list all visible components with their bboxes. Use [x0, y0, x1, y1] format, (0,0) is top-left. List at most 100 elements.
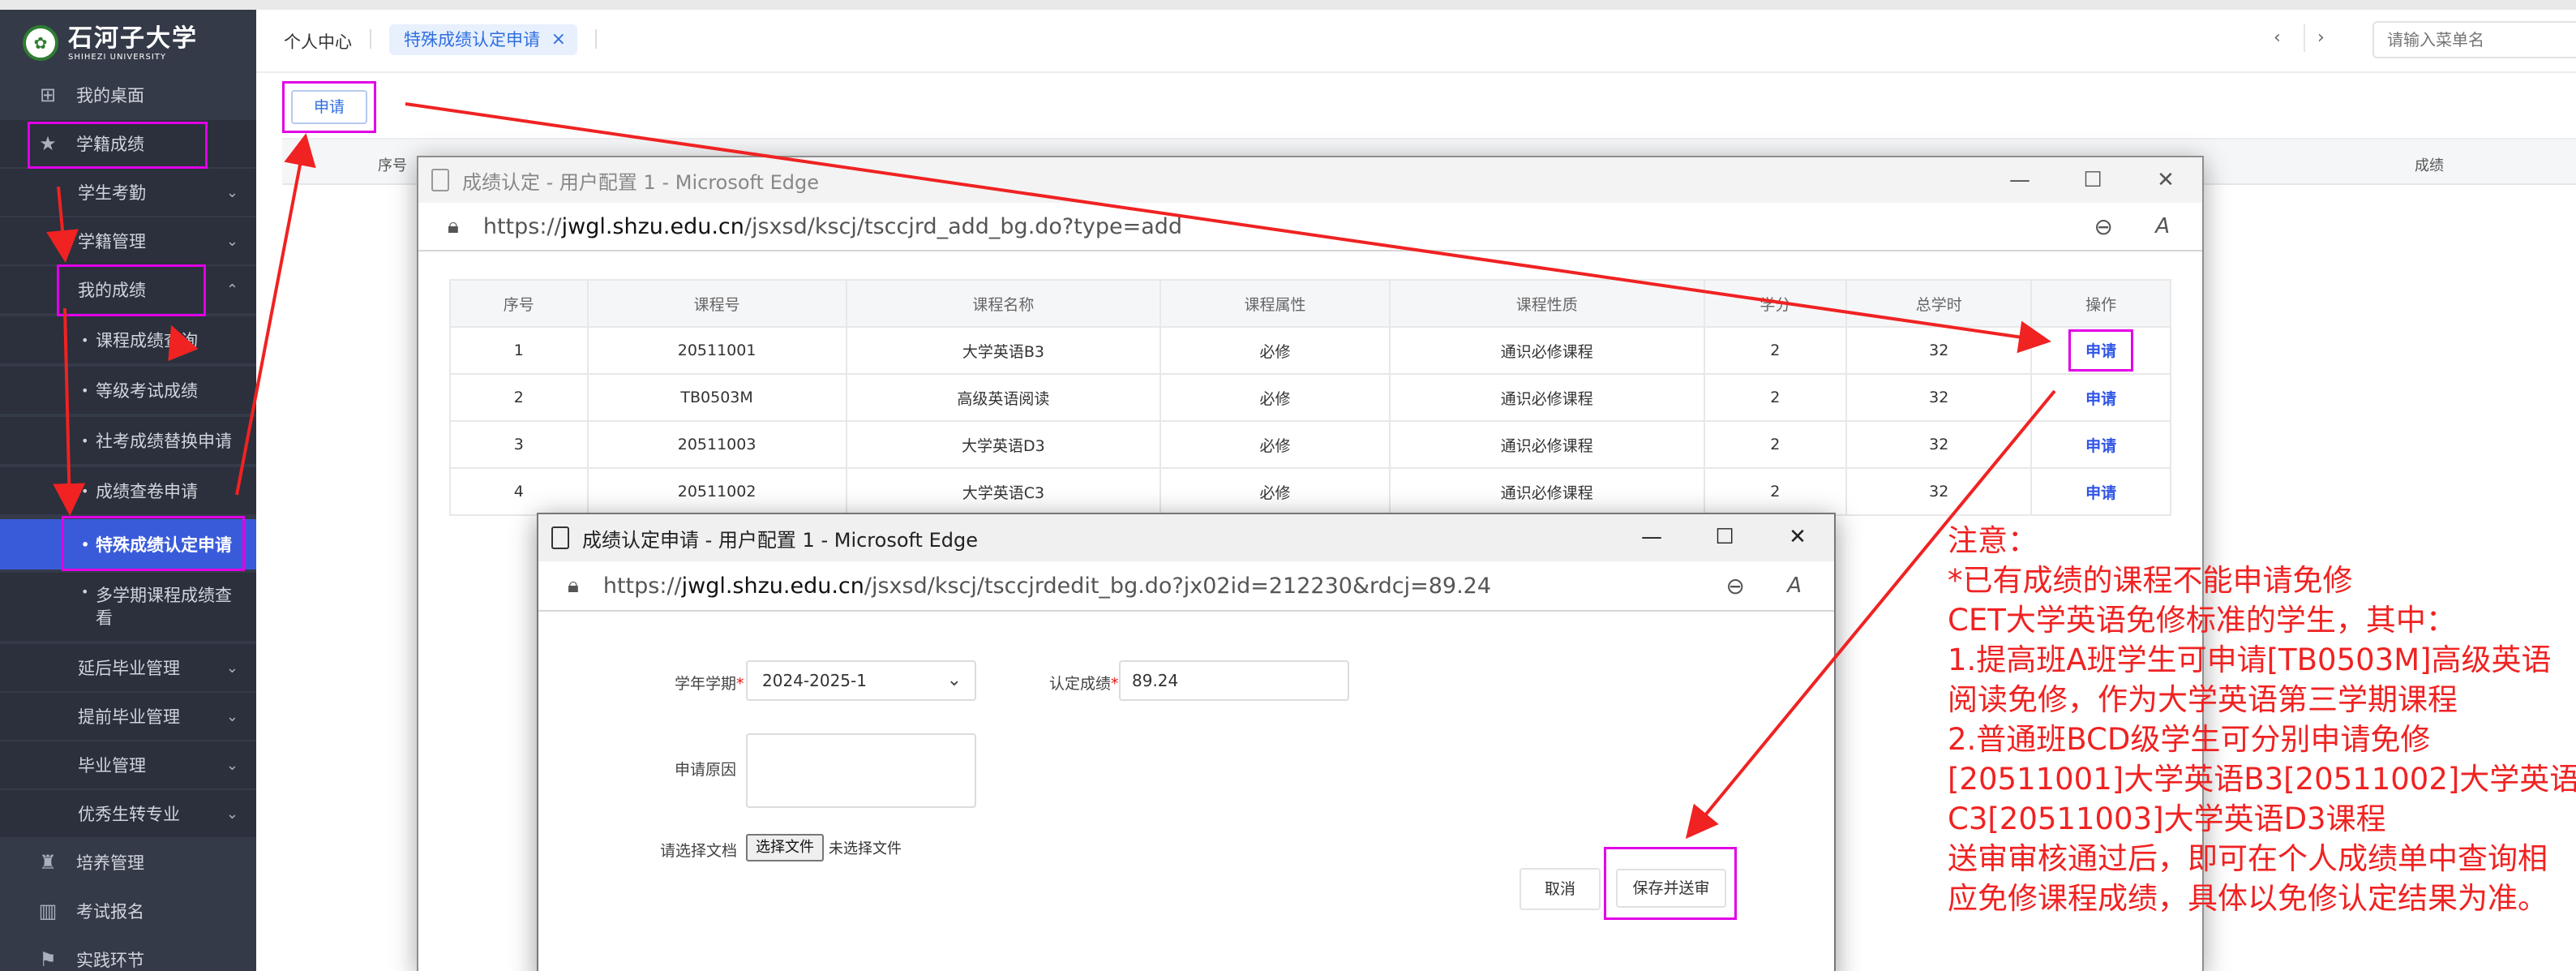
sidebar-item-practice[interactable]: ⚑ 实践环节 — [0, 936, 256, 971]
header-score: 成绩 — [2415, 157, 2444, 174]
university-emblem-icon: ✿ — [23, 25, 58, 61]
cell-no: 3 — [449, 420, 589, 469]
sidebar-item-level-exam-scores[interactable]: • 等级考试成绩 — [0, 367, 256, 414]
row-apply-link[interactable]: 申请 — [2068, 329, 2134, 372]
chevron-down-icon: ⌄ — [225, 232, 238, 250]
chevron-down-icon: ⌄ — [946, 670, 962, 690]
minimize-icon[interactable]: — — [1983, 157, 2056, 203]
col-credit: 学分 — [1703, 279, 1848, 328]
note-line: 注意： — [1948, 523, 2038, 558]
cell-credit: 2 — [1703, 420, 1848, 469]
window-title-bar: 成绩认定申请 - 用户配置 1 - Microsoft Edge — ☐ ✕ — [538, 514, 1834, 561]
minimize-icon[interactable]: — — [1615, 514, 1688, 560]
maximize-icon[interactable]: ☐ — [2056, 157, 2129, 203]
chevron-right-icon[interactable]: › — [2317, 28, 2325, 48]
cell-course-name: 高级英语阅读 — [845, 373, 1162, 422]
cell-course-name: 大学英语C3 — [845, 467, 1162, 516]
close-icon[interactable]: ✕ — [1761, 514, 1834, 560]
sidebar-item-training-management[interactable]: ♜ 培养管理 — [0, 839, 256, 886]
choose-file-button[interactable]: 选择文件 — [746, 834, 824, 861]
sidebar-item-exam-replacement[interactable]: • 社考成绩替换申请 — [0, 417, 256, 464]
document-icon — [551, 526, 569, 549]
sidebar-item-attendance[interactable]: 学生考勤 ⌄ — [0, 169, 256, 216]
sidebar-item-desktop[interactable]: ⊞ 我的桌面 — [0, 71, 256, 118]
cell-hours: 32 — [1845, 373, 2033, 422]
annotation-box-status-scores — [28, 122, 208, 169]
menu-search-input[interactable] — [2372, 21, 2576, 58]
read-aloud-icon[interactable]: A — [1787, 574, 1802, 598]
sidebar-item-major-transfer[interactable]: 优秀生转专业 ⌄ — [0, 790, 256, 837]
chevron-down-icon: ⌄ — [225, 659, 238, 677]
apply-button[interactable]: 申请 — [291, 90, 367, 124]
score-field[interactable]: 89.24 — [1119, 660, 1349, 701]
save-and-submit-button[interactable]: 保存并送审 — [1616, 869, 1726, 908]
sidebar-item-label-line2: 看 — [96, 608, 113, 628]
window-title: 成绩认定 - 用户配置 1 - Microsoft Edge — [462, 170, 819, 194]
row-apply-link[interactable]: 申请 — [2085, 390, 2116, 408]
read-aloud-icon[interactable]: A — [2155, 214, 2170, 238]
tab-special-score-application[interactable]: 特殊成绩认定申请 × — [389, 24, 577, 55]
bullet-icon: • — [81, 584, 89, 599]
cell-course-name: 大学英语D3 — [845, 420, 1162, 469]
score-label: 认定成绩* — [1049, 675, 1119, 693]
close-icon[interactable]: ✕ — [2129, 157, 2202, 203]
sidebar: ✿ 石河子大学 SHIHEZI UNIVERSITY ⊞ 我的桌面 ★ 学籍成绩… — [0, 0, 256, 971]
chevron-down-icon: ⌄ — [225, 707, 238, 725]
sidebar-item-label: 多学期课程成绩查 — [96, 586, 232, 605]
term-select[interactable]: 2024-2025-1 ⌄ — [746, 660, 976, 701]
zoom-out-icon[interactable]: ⊖ — [1726, 573, 1745, 599]
chevron-up-icon: ⌃ — [225, 281, 238, 299]
sidebar-item-multi-term-scores[interactable]: • 多学期课程成绩查 看 — [0, 573, 256, 641]
sidebar-item-status-management[interactable]: 学籍管理 ⌄ — [0, 217, 256, 264]
top-strip — [256, 0, 2576, 10]
chevron-down-icon: ⌄ — [225, 183, 238, 201]
zoom-out-icon[interactable]: ⊖ — [2094, 213, 2113, 240]
university-logo[interactable]: ✿ 石河子大学 SHIHEZI UNIVERSITY — [23, 21, 250, 65]
cell-course-attr: 必修 — [1159, 373, 1391, 422]
cell-credit: 2 — [1703, 467, 1848, 516]
row-apply-link[interactable]: 申请 — [2085, 437, 2116, 455]
reason-textarea[interactable] — [746, 733, 976, 808]
sidebar-item-label: 学生考勤 — [78, 183, 146, 203]
tab-label: 特殊成绩认定申请 — [404, 30, 540, 49]
row-apply-link[interactable]: 申请 — [2085, 484, 2116, 502]
tab-personal-center[interactable]: 个人中心 — [284, 29, 352, 54]
cell-course-nature: 通识必修课程 — [1388, 420, 1705, 469]
note-line: 2.普通班BCD级学生可分别申请免修 — [1948, 722, 2431, 757]
note-line: C3[20511003]大学英语D3课程 — [1948, 801, 2386, 836]
address-bar[interactable]: 🔒︎ https://jwgl.shzu.edu.cn/jsxsd/kscj/t… — [538, 561, 1834, 612]
chevron-down-icon: ⌄ — [225, 756, 238, 774]
table-row: 3 20511003 大学英语D3 必修 通识必修课程 2 32 申请 — [449, 420, 2171, 469]
sidebar-item-label: 课程成绩查询 — [96, 331, 198, 350]
cancel-button[interactable]: 取消 — [1519, 868, 1601, 910]
cell-course-name: 大学英语B3 — [845, 326, 1162, 375]
cell-hours: 32 — [1845, 467, 2033, 516]
note-line: CET大学英语免修标准的学生，其中： — [1948, 603, 2456, 638]
address-bar[interactable]: 🔒︎ https://jwgl.shzu.edu.cn/jsxsd/kscj/t… — [418, 203, 2202, 251]
windows-icon: ⊞ — [39, 84, 57, 106]
sidebar-item-course-score-query[interactable]: • 课程成绩查询 — [0, 316, 256, 363]
sidebar-item-label: 毕业管理 — [78, 756, 146, 776]
bullet-icon: • — [81, 432, 89, 449]
url-text: https://jwgl.shzu.edu.cn/jsxsd/kscj/tscc… — [602, 573, 1492, 599]
bullet-icon: • — [81, 332, 89, 348]
header-no: 序号 — [378, 157, 407, 174]
cell-no: 1 — [449, 326, 589, 375]
sidebar-item-graduation-management[interactable]: 毕业管理 ⌄ — [0, 741, 256, 788]
sidebar-item-early-graduation[interactable]: 提前毕业管理 ⌄ — [0, 693, 256, 740]
cell-course-attr: 必修 — [1159, 326, 1391, 375]
sidebar-item-label: 优秀生转专业 — [78, 805, 180, 824]
maximize-icon[interactable]: ☐ — [1688, 514, 1761, 560]
close-icon[interactable]: × — [551, 24, 566, 55]
annotation-box-my-scores — [57, 264, 206, 316]
note-line: [20511001]大学英语B3[20511002]大学英语 — [1948, 762, 2576, 797]
chevron-left-icon[interactable]: ‹ — [2274, 28, 2281, 48]
cell-no: 4 — [449, 467, 589, 516]
note-line: 应免修课程成绩，具体以免修认定结果为准。 — [1948, 881, 2548, 916]
annotation-box-apply: 申请 — [282, 81, 376, 133]
top-tab-bar: 个人中心 特殊成绩认定申请 × ‹ › — [256, 0, 2576, 73]
sidebar-item-paper-review[interactable]: • 成绩查卷申请 — [0, 467, 256, 514]
sidebar-item-delayed-graduation[interactable]: 延后毕业管理 ⌄ — [0, 644, 256, 691]
sidebar-item-exam-registration[interactable]: ▥ 考试报名 — [0, 887, 256, 934]
term-value: 2024-2025-1 — [762, 671, 867, 690]
